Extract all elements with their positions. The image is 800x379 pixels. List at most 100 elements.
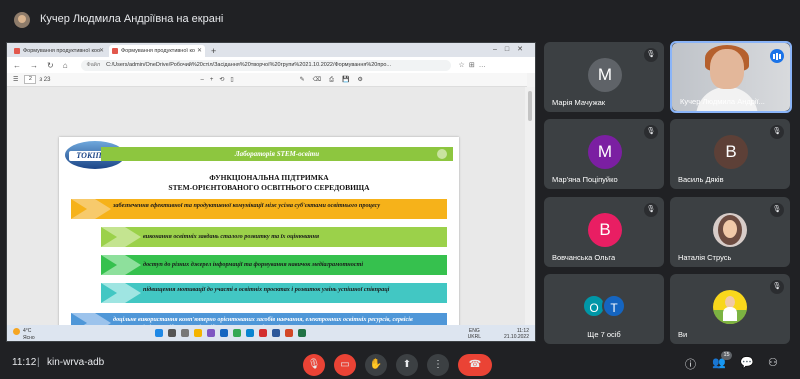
pdf-icon (14, 48, 20, 54)
present-button[interactable]: ⬆ (396, 354, 418, 376)
participant-photo (713, 213, 747, 247)
excel-icon[interactable] (298, 329, 306, 337)
scrollbar-thumb[interactable] (528, 91, 532, 121)
presenter-label: Кучер Людмила Андріївна на екрані (40, 13, 224, 25)
raise-hand-button[interactable]: ✋ (365, 354, 387, 376)
browser-tab[interactable]: Формування продуктивної коо ✕ (11, 45, 107, 57)
word-icon[interactable] (272, 329, 280, 337)
decorative-dot (437, 149, 447, 159)
reload-icon[interactable]: ↻ (47, 61, 54, 70)
participant-name: Василь Дяків (678, 175, 724, 184)
participant-tile[interactable]: М 🎙 Мар'яна Поціпуйко (544, 119, 664, 189)
acrobat-icon[interactable] (259, 329, 267, 337)
participant-tile[interactable]: В 🎙 Василь Дяків (670, 119, 790, 189)
participant-name: Наталія Струсь (678, 253, 732, 262)
window-controls[interactable]: –□✕ (493, 45, 531, 53)
page-number-input[interactable]: 2 (24, 75, 37, 84)
windows-taskbar: 4°C Ясно ENG UKRL 11:12 21.10.2022 (7, 325, 535, 341)
mic-toggle-button[interactable]: 🎙 (303, 354, 325, 376)
pdf-scrollbar[interactable] (525, 87, 535, 325)
others-tile[interactable]: О Т Ще 7 осіб (544, 274, 664, 344)
teams-icon[interactable] (207, 329, 215, 337)
edge-icon[interactable] (246, 329, 254, 337)
slide-item: підвищення мотивації до участі в освітні… (101, 283, 447, 303)
participant-name: Кучер Людмила Андрії... (680, 97, 765, 106)
mic-off-icon: 🎙 (770, 203, 784, 217)
meeting-code: kin-wrva-adb (47, 357, 105, 368)
pdf-icon (112, 48, 118, 54)
menu-icon[interactable]: ☰ (13, 76, 18, 83)
browser-tab-title: Формування продуктивної коо (23, 48, 101, 54)
hand-icon: ✋ (369, 359, 383, 370)
close-tab-icon[interactable]: ✕ (197, 47, 202, 54)
browser-tabbar: Формування продуктивної коо ✕ Формування… (7, 43, 535, 57)
new-tab-button[interactable]: + (207, 46, 220, 57)
back-icon[interactable]: ← (13, 61, 21, 70)
pdf-tool-icons[interactable]: ✎⌫⎙💾⚙ (300, 76, 371, 84)
others-count-label: Ще 7 осіб (587, 330, 621, 339)
chat-icon[interactable]: 💬 (740, 356, 754, 369)
separator: | (37, 357, 40, 368)
file-explorer-icon[interactable] (194, 329, 202, 337)
participant-count-badge: 15 (721, 351, 732, 360)
participant-name: Мар'яна Поціпуйко (552, 175, 618, 184)
slide-item-text: доступ до різних джерел інформації та фо… (143, 261, 364, 268)
activities-icon[interactable]: ⚇ (768, 356, 778, 369)
slide-item-text: підвищення мотивації до участі в освітні… (143, 286, 390, 293)
slide-title-line: STEM-ОРІЄНТОВАНОГО ОСВІТНЬОГО СЕРЕДОВИЩА (168, 183, 370, 192)
powerpoint-icon[interactable] (285, 329, 293, 337)
sun-icon (13, 328, 20, 335)
facebook-icon[interactable] (220, 329, 228, 337)
more-vert-icon: ⋮ (433, 359, 443, 370)
info-icon[interactable]: ⓘ (685, 356, 696, 372)
browser-tab-active[interactable]: Формування продуктивної ко ✕ (109, 45, 205, 57)
participant-avatar: В (714, 135, 748, 169)
forward-icon[interactable]: → (30, 61, 38, 70)
others-avatar: Т (602, 294, 626, 318)
close-tab-icon[interactable]: ✕ (99, 47, 104, 54)
participant-avatar: М (588, 58, 622, 92)
search-icon[interactable] (168, 329, 176, 337)
camera-off-icon: ▭ (340, 359, 350, 370)
browser-toolbar-icons[interactable]: ☆⊞… (459, 61, 490, 69)
slide-item: доступ до різних джерел інформації та фо… (101, 255, 447, 275)
language-indicator[interactable]: ENG UKRL (468, 328, 481, 340)
weather-temp: 4°C (23, 328, 32, 334)
presenter-banner: Кучер Людмила Андріївна на екрані (0, 0, 800, 40)
mic-off-icon: 🎙 (644, 125, 658, 139)
windows-start-icon[interactable] (155, 329, 163, 337)
mic-off-icon: 🎙 (307, 359, 321, 370)
phone-hangup-icon: ☎ (468, 359, 482, 370)
task-view-icon[interactable] (181, 329, 189, 337)
meeting-controls-bar: 11:12 | kin-wrva-adb 🎙 ▭ ✋ ⬆ ⋮ ☎ ⓘ 👥 15 … (0, 348, 800, 379)
pdf-viewport: ТОКІППО Лабораторія STEM-освіти ФУНКЦІОН… (7, 87, 527, 341)
tray-date: 21.10.2022 (503, 334, 529, 340)
participant-tile-speaking[interactable]: Кучер Людмила Андрії... (670, 41, 792, 113)
participant-tile[interactable]: М 🎙 Марія Мачужак (544, 42, 664, 112)
zoom-controls[interactable]: –+⟲▯ (200, 76, 239, 83)
participant-tile[interactable]: 🎙 Наталія Струсь (670, 197, 790, 267)
chevron-arrow-icon (71, 199, 111, 219)
chrome-icon[interactable] (233, 329, 241, 337)
participant-tile[interactable]: В 🎙 Вовчанська Ольга (544, 197, 664, 267)
weather-widget[interactable]: 4°C Ясно (13, 328, 35, 341)
slide-header: Лабораторія STEM-освіти (101, 147, 453, 161)
url-prefix: Файл (86, 61, 101, 68)
home-icon[interactable]: ⌂ (63, 61, 68, 70)
page-total: з 23 (39, 76, 51, 83)
self-tile[interactable]: 🎙 Ви (670, 274, 790, 344)
pdf-toolbar: ☰ 2 з 23 –+⟲▯ ✎⌫⎙💾⚙ (7, 73, 527, 87)
more-options-button[interactable]: ⋮ (427, 354, 449, 376)
slide-header-text: Лабораторія STEM-освіти (234, 150, 320, 158)
url-text: C:/Users/admin/OneDrive/Робочий%20стіл/З… (106, 61, 392, 68)
video-person-face (710, 49, 744, 89)
tray-clock[interactable]: 11:12 21.10.2022 (504, 328, 529, 340)
participant-name: Ви (678, 330, 688, 339)
chevron-arrow-icon (101, 227, 141, 247)
camera-toggle-button[interactable]: ▭ (334, 354, 356, 376)
url-field[interactable]: Файл C:/Users/admin/OneDrive/Робочий%20ст… (80, 59, 451, 71)
leave-call-button[interactable]: ☎ (458, 354, 492, 376)
mic-off-icon: 🎙 (644, 48, 658, 62)
participant-name: Вовчанська Ольга (552, 253, 616, 262)
slide-title: ФУНКЦІОНАЛЬНА ПІДТРИМКА STEM-ОРІЄНТОВАНО… (119, 173, 419, 193)
